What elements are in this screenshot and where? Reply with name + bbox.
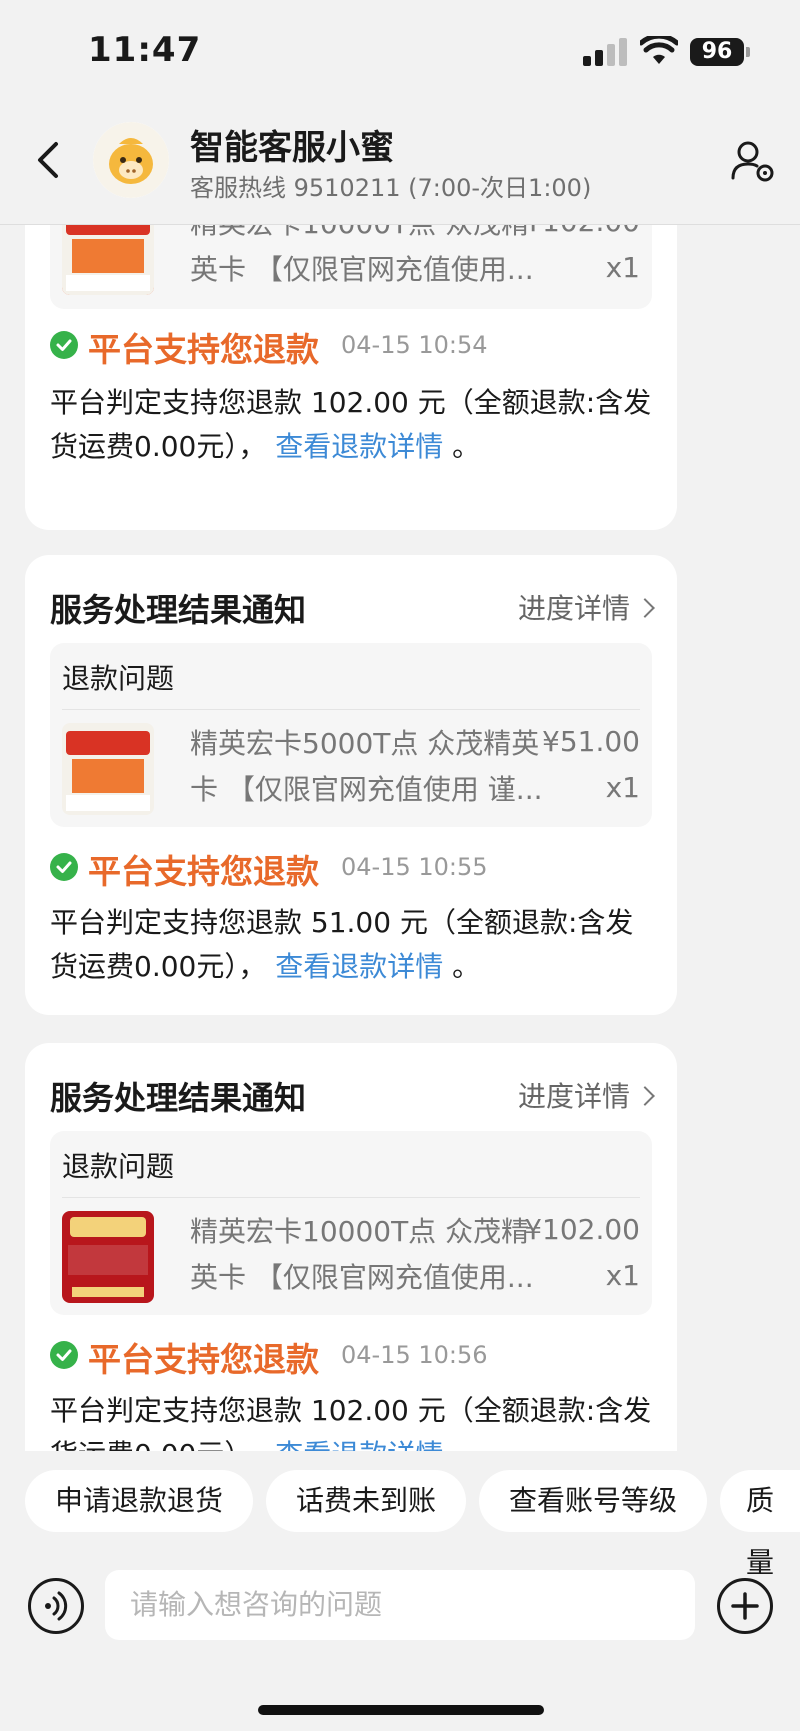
product-price: ¥102.00 bbox=[524, 225, 640, 238]
service-result-card: 服务处理结果通知 进度详情 退款问题 精英宏卡5000T点 众茂精英卡 【仅限官… bbox=[25, 555, 677, 1015]
description-end: 。 bbox=[443, 430, 481, 463]
gift-card-image-icon bbox=[62, 1211, 154, 1303]
progress-details-link[interactable]: 进度详情 bbox=[517, 1075, 655, 1115]
progress-details-label: 进度详情 bbox=[517, 1080, 630, 1113]
progress-details-label: 进度详情 bbox=[517, 592, 630, 625]
status-time: 11:47 bbox=[88, 30, 202, 70]
progress-details-link[interactable]: 进度详情 bbox=[517, 587, 655, 627]
chevron-right-icon bbox=[635, 1086, 655, 1106]
product-quantity: x1 bbox=[605, 771, 640, 804]
assistant-avatar bbox=[93, 122, 169, 198]
back-arrow-icon[interactable] bbox=[30, 138, 70, 182]
product-quantity: x1 bbox=[605, 1259, 640, 1292]
product-box[interactable]: 退款问题 精英宏卡10000T点 众茂精英卡 【仅限官网充值使用... ¥102… bbox=[50, 1131, 652, 1315]
refund-description: 平台判定支持您退款 102.00 元（全额退款:含发货运费0.00元）， 查看退… bbox=[50, 1389, 660, 1451]
quick-reply-credit-not-arrived[interactable]: 话费未到账 bbox=[266, 1470, 466, 1532]
product-price: ¥51.00 bbox=[542, 725, 640, 758]
quick-reply-apply-refund[interactable]: 申请退款退货 bbox=[25, 1470, 253, 1532]
sound-wave-icon bbox=[45, 1591, 68, 1621]
refund-support-status: 平台支持您退款 bbox=[88, 852, 319, 891]
refund-result-card: 精英宏卡10000T点 众茂精英卡 【仅限官网充值使用... ¥102.00 x… bbox=[25, 225, 677, 530]
quick-reply-account-level[interactable]: 查看账号等级 bbox=[479, 1470, 707, 1532]
chat-header: 智能客服小蜜 客服热线 9510211 (7:00-次日1:00) bbox=[0, 100, 800, 225]
divider bbox=[62, 709, 640, 710]
status-timestamp: 04-15 10:56 bbox=[341, 1341, 488, 1369]
gift-card-image-icon bbox=[62, 225, 154, 295]
gift-card-image-icon bbox=[62, 723, 154, 815]
message-input[interactable]: 请输入想咨询的问题 bbox=[105, 1570, 695, 1640]
more-options-button[interactable] bbox=[717, 1578, 773, 1634]
quick-reply-quality[interactable]: 质量 bbox=[720, 1470, 800, 1579]
product-box[interactable]: 精英宏卡10000T点 众茂精英卡 【仅限官网充值使用... ¥102.00 x… bbox=[50, 225, 652, 309]
product-price: ¥102.00 bbox=[524, 1213, 640, 1246]
view-refund-details-link[interactable]: 查看退款详情 bbox=[275, 950, 443, 983]
product-box[interactable]: 退款问题 精英宏卡5000T点 众茂精英卡 【仅限官网充值使用 谨... ¥51… bbox=[50, 643, 652, 827]
product-thumbnail bbox=[62, 723, 154, 815]
chevron-right-icon bbox=[635, 598, 655, 618]
divider bbox=[62, 1197, 640, 1198]
issue-label: 退款问题 bbox=[62, 662, 175, 695]
voice-input-button[interactable] bbox=[28, 1578, 84, 1634]
description-end: 。 bbox=[443, 1438, 480, 1451]
hotline-text: 客服热线 9510211 (7:00-次日1:00) bbox=[190, 174, 592, 202]
check-circle-icon bbox=[50, 853, 78, 881]
card-header: 服务处理结果通知 进度详情 bbox=[50, 1073, 655, 1123]
check-circle-icon bbox=[50, 331, 78, 359]
service-result-card: 服务处理结果通知 进度详情 退款问题 精英宏卡10000T点 众茂精英卡 【仅限… bbox=[25, 1043, 677, 1451]
product-name: 精英宏卡10000T点 众茂精英卡 【仅限官网充值使用... bbox=[190, 1215, 534, 1294]
issue-label: 退款问题 bbox=[62, 1150, 175, 1183]
product-thumbnail bbox=[62, 1211, 154, 1303]
status-bar: 11:47 96 bbox=[0, 0, 800, 100]
view-refund-details-link[interactable]: 查看退款详情 bbox=[275, 1438, 443, 1451]
quick-replies: 申请退款退货 话费未到账 查看账号等级 质量 bbox=[0, 1470, 800, 1579]
refund-support-status: 平台支持您退款 bbox=[88, 1340, 319, 1379]
product-quantity: x1 bbox=[605, 251, 640, 284]
wifi-icon bbox=[640, 36, 678, 64]
product-name: 精英宏卡5000T点 众茂精英卡 【仅限官网充值使用 谨... bbox=[190, 727, 543, 806]
cellular-signal-icon bbox=[583, 38, 627, 66]
battery-icon: 96 bbox=[690, 38, 744, 66]
status-timestamp: 04-15 10:54 bbox=[341, 331, 488, 359]
assistant-mascot-icon bbox=[93, 122, 169, 198]
refund-description: 平台判定支持您退款 102.00 元（全额退款:含发货运费0.00元）， 查看退… bbox=[50, 381, 660, 469]
product-thumbnail bbox=[62, 225, 154, 295]
product-name: 精英宏卡10000T点 众茂精英卡 【仅限官网充值使用... bbox=[190, 225, 534, 286]
refund-description: 平台判定支持您退款 51.00 元（全额退款:含发货运费0.00元）， 查看退款… bbox=[50, 901, 660, 989]
card-header: 服务处理结果通知 进度详情 bbox=[50, 585, 655, 635]
status-timestamp: 04-15 10:55 bbox=[341, 853, 488, 881]
check-circle-icon bbox=[50, 1341, 78, 1369]
view-refund-details-link[interactable]: 查看退款详情 bbox=[275, 430, 443, 463]
plus-icon bbox=[731, 1592, 759, 1620]
refund-support-status: 平台支持您退款 bbox=[88, 330, 319, 369]
chat-title: 智能客服小蜜 bbox=[190, 128, 394, 168]
home-indicator[interactable] bbox=[258, 1705, 544, 1715]
chat-messages[interactable]: 精英宏卡10000T点 众茂精英卡 【仅限官网充值使用... ¥102.00 x… bbox=[0, 225, 800, 1451]
battery-tip bbox=[746, 47, 750, 57]
description-end: 。 bbox=[443, 950, 481, 983]
user-settings-icon[interactable] bbox=[730, 138, 776, 184]
